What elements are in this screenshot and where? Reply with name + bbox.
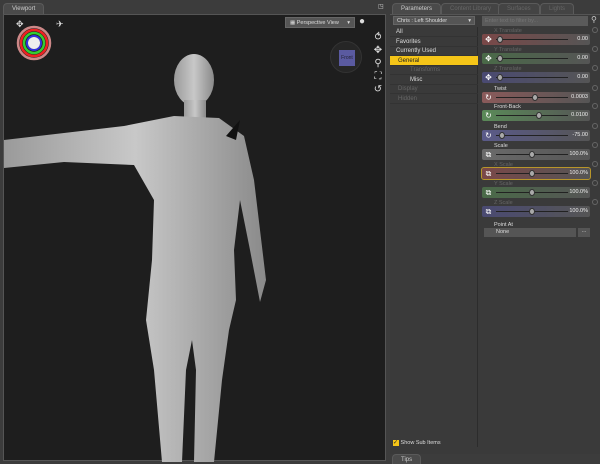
param-options-icon[interactable] [592,199,598,205]
category-display[interactable]: Display [390,84,478,94]
point-at-select[interactable]: None [484,228,576,237]
param-slider-scale[interactable]: ⧉ 100.0% [482,149,590,160]
param-slider-x-translate[interactable]: ✥ 0.00 [482,34,590,45]
param-slider-z-translate[interactable]: ✥ 0.00 [482,72,590,83]
tab-tips[interactable]: Tips [392,454,422,464]
node-select[interactable]: Chris : Left Shoulder ▾ [393,16,475,25]
undock-icon[interactable]: ◳ [378,3,384,10]
param-slider-twist[interactable]: ↻ 0.0003 [482,92,590,103]
param-options-icon[interactable] [592,142,598,148]
grid-icon: ▦ [290,20,297,26]
param-options-icon[interactable] [592,123,598,129]
category-currently-used[interactable]: Currently Used [390,46,478,56]
param-value[interactable]: 0.00 [577,55,588,61]
scale-icon: ⧉ [485,169,492,178]
slider-knob[interactable] [497,74,504,81]
param-value[interactable]: 0.00 [577,36,588,42]
param-value[interactable]: 0.0100 [571,112,588,118]
view-cube[interactable]: Front [330,41,362,73]
slider-knob[interactable] [499,132,506,139]
figure-model[interactable] [4,40,284,462]
move-icon: ✥ [485,73,492,82]
category-list: All Favorites Currently Used General Transfo… [390,27,478,447]
scale-icon: ⧉ [485,150,492,159]
reset-icon[interactable]: ↺ [372,83,384,96]
draw-style-icon[interactable]: ● [359,16,365,27]
slider-knob[interactable] [529,170,535,177]
rotate-icon: ↻ [485,111,492,120]
frame-icon[interactable]: ⛶ [372,70,384,83]
slider-knob[interactable] [529,151,535,158]
category-all[interactable]: All [390,27,478,37]
param-options-icon[interactable] [592,46,598,52]
slider-knob[interactable] [529,189,535,196]
slider-knob[interactable] [535,112,542,119]
view-select[interactable]: ▦ Perspective View ▾ [285,17,355,28]
point-at-button[interactable]: ... [578,228,590,237]
slider-track [496,58,568,59]
slider-knob[interactable] [532,94,539,101]
zoom-icon[interactable]: ⚲ [372,57,384,70]
slider-track [496,39,568,40]
param-options-icon[interactable] [592,85,598,91]
slider-knob[interactable] [529,208,535,215]
param-value[interactable]: 0.00 [577,74,588,80]
tab-viewport[interactable]: Viewport [3,3,45,14]
param-value[interactable]: 100.0% [569,151,588,157]
rotate-icon: ↻ [485,131,492,140]
category-transforms[interactable]: Transforms [390,65,478,75]
param-options-icon[interactable] [592,161,598,167]
show-sub-items[interactable]: ✓ Show Sub Items [393,440,441,446]
category-hidden[interactable]: Hidden [390,94,478,104]
slider-knob[interactable] [497,36,504,43]
filter-input[interactable] [482,16,588,26]
category-favorites[interactable]: Favorites [390,37,478,47]
category-general[interactable]: General [390,55,478,66]
param-options-icon[interactable] [592,180,598,186]
search-icon[interactable]: ⚲ [591,15,597,24]
move-icon: ✥ [485,35,492,44]
pan-icon[interactable]: ✥ [372,44,384,57]
param-options-icon[interactable] [592,27,598,33]
slider-track [496,135,568,136]
param-value[interactable]: -75.00 [572,132,588,138]
param-options-icon[interactable] [592,65,598,71]
tab-lights[interactable]: Lights [540,3,575,14]
param-slider-front-back[interactable]: ↻ 0.0100 [482,110,590,121]
param-value[interactable]: 100.0% [569,189,588,195]
chevron-down-icon: ▾ [468,18,471,24]
param-slider-bend[interactable]: ↻ -75.00 [482,130,590,141]
scale-icon: ⧉ [485,188,492,197]
scale-icon: ⧉ [485,207,492,216]
category-misc[interactable]: Misc [390,75,478,85]
chevron-down-icon: ▾ [347,20,350,26]
param-value[interactable]: 0.0003 [571,94,588,100]
tab-surfaces[interactable]: Surfaces [498,3,540,14]
param-slider-y-scale[interactable]: ⧉ 100.0% [482,187,590,198]
param-options-icon[interactable] [592,103,598,109]
slider-track [496,115,568,116]
tab-content-library[interactable]: Content Library [441,3,501,14]
move-icon: ✥ [485,54,492,63]
rotate-icon: ↻ [485,93,492,102]
orbit-icon[interactable]: ⥀ [372,31,384,44]
param-slider-z-scale[interactable]: ⧉ 100.0% [482,206,590,217]
pin-icon[interactable]: ✈ [56,19,64,30]
param-value[interactable]: 100.0% [569,170,588,176]
checkbox[interactable]: ✓ [393,440,399,446]
transform-icon[interactable]: ✥ [16,19,24,30]
param-slider-y-translate[interactable]: ✥ 0.00 [482,53,590,64]
tab-parameters[interactable]: Parameters [392,3,442,14]
slider-track [496,77,568,78]
param-slider-x-scale[interactable]: ⧉ 100.0% [481,167,591,180]
viewport[interactable]: ✥ ✈ ▦ Perspective View ▾ ● Front ⥀ ✥ ⚲ ⛶ … [3,14,386,462]
slider-knob[interactable] [497,55,504,62]
param-value[interactable]: 100.0% [569,208,588,214]
